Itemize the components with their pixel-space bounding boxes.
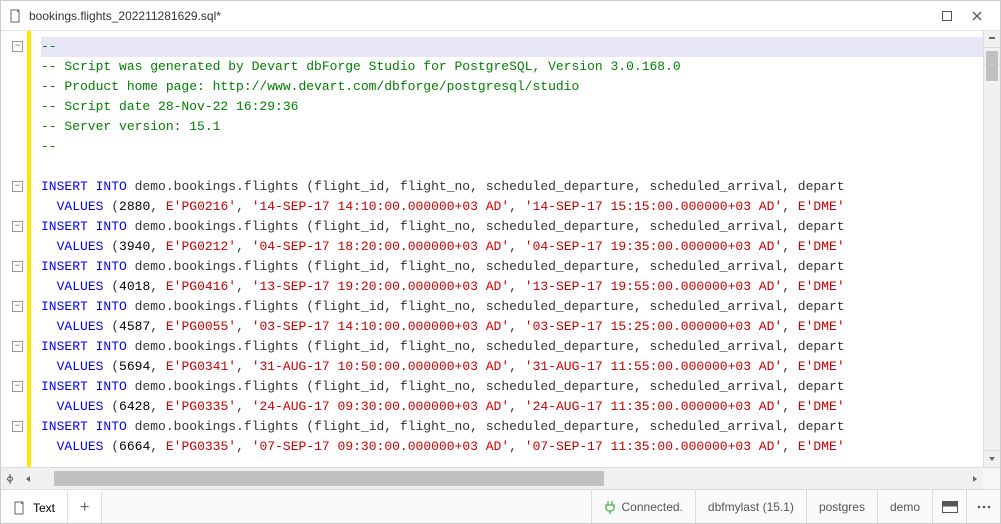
maximize-button[interactable]	[932, 5, 962, 27]
scroll-corner	[983, 468, 1000, 489]
fold-toggle[interactable]	[12, 381, 23, 392]
fold-toggle[interactable]	[12, 341, 23, 352]
code-line[interactable]: INSERT INTO demo.bookings.flights (fligh…	[41, 297, 983, 317]
editor-area: ---- Script was generated by Devart dbFo…	[1, 31, 1000, 467]
horizontal-scrollbar[interactable]	[1, 467, 1000, 489]
connection-status[interactable]: Connected.	[591, 490, 695, 523]
vertical-scrollbar[interactable]	[983, 31, 1000, 467]
code-line[interactable]: INSERT INTO demo.bookings.flights (fligh…	[41, 217, 983, 237]
database-slot[interactable]: demo	[877, 490, 932, 523]
code-line[interactable]	[41, 157, 983, 177]
layout-toggle-button[interactable]	[932, 490, 966, 523]
code-line[interactable]: VALUES (2880, E'PG0216', '14-SEP-17 14:1…	[41, 197, 983, 217]
code-line[interactable]: -- Script was generated by Devart dbForg…	[41, 57, 983, 77]
text-tab-icon	[13, 501, 27, 515]
tab-text-label: Text	[33, 501, 55, 515]
fold-toggle[interactable]	[12, 301, 23, 312]
code-line[interactable]: INSERT INTO demo.bookings.flights (fligh…	[41, 177, 983, 197]
file-icon	[9, 9, 23, 23]
server-slot[interactable]: dbfmylast (15.1)	[695, 490, 806, 523]
code-line[interactable]: VALUES (4587, E'PG0055', '03-SEP-17 14:1…	[41, 317, 983, 337]
user-slot[interactable]: postgres	[806, 490, 877, 523]
plug-icon	[604, 500, 616, 514]
window-title: bookings.flights_202211281629.sql*	[29, 9, 932, 23]
connection-status-label: Connected.	[622, 500, 683, 514]
code-line[interactable]: VALUES (6428, E'PG0335', '24-AUG-17 09:3…	[41, 397, 983, 417]
code-line[interactable]: --	[41, 37, 983, 57]
split-handle[interactable]	[1, 468, 19, 489]
dots-icon	[977, 505, 991, 509]
title-bar: bookings.flights_202211281629.sql*	[1, 1, 1000, 31]
code-line[interactable]: -- Product home page: http://www.devart.…	[41, 77, 983, 97]
fold-toggle[interactable]	[12, 421, 23, 432]
database-label: demo	[890, 500, 920, 514]
close-button[interactable]	[962, 5, 992, 27]
fold-toggle[interactable]	[12, 261, 23, 272]
user-label: postgres	[819, 500, 865, 514]
gutter	[1, 31, 31, 467]
code-line[interactable]: VALUES (5694, E'PG0341', '31-AUG-17 10:5…	[41, 357, 983, 377]
code-line[interactable]: INSERT INTO demo.bookings.flights (fligh…	[41, 377, 983, 397]
scroll-right-arrow[interactable]	[966, 468, 983, 489]
layout-icon	[942, 501, 958, 513]
code-line[interactable]: INSERT INTO demo.bookings.flights (fligh…	[41, 337, 983, 357]
scroll-down-arrow[interactable]	[984, 450, 1000, 467]
horizontal-scroll-thumb[interactable]	[54, 471, 604, 486]
tab-add-label: +	[80, 499, 89, 517]
code-line[interactable]: --	[41, 137, 983, 157]
code-line[interactable]: INSERT INTO demo.bookings.flights (fligh…	[41, 257, 983, 277]
fold-toggle[interactable]	[12, 181, 23, 192]
tab-add-button[interactable]: +	[68, 490, 102, 523]
code-line[interactable]: VALUES (4018, E'PG0416', '13-SEP-17 19:2…	[41, 277, 983, 297]
code-line[interactable]: INSERT INTO demo.bookings.flights (fligh…	[41, 417, 983, 437]
code-line[interactable]: -- Script date 28-Nov-22 16:29:36	[41, 97, 983, 117]
code-viewport[interactable]: ---- Script was generated by Devart dbFo…	[31, 31, 983, 467]
more-options-button[interactable]	[966, 490, 1000, 523]
code-line[interactable]: VALUES (6664, E'PG0335', '07-SEP-17 09:3…	[41, 437, 983, 457]
code-line[interactable]: -- Server version: 15.1	[41, 117, 983, 137]
vertical-scroll-thumb[interactable]	[986, 51, 998, 81]
horizontal-scroll-track[interactable]	[36, 468, 966, 489]
fold-toggle[interactable]	[12, 221, 23, 232]
fold-toggle[interactable]	[12, 41, 23, 52]
tab-text[interactable]: Text	[1, 490, 68, 523]
status-bar: Text + Connected. dbfmylast (15.1) postg…	[1, 489, 1000, 523]
code-line[interactable]: VALUES (3940, E'PG0212', '04-SEP-17 18:2…	[41, 237, 983, 257]
scroll-up-button[interactable]	[984, 31, 1000, 48]
server-label: dbfmylast (15.1)	[708, 500, 794, 514]
scroll-left-arrow[interactable]	[19, 468, 36, 489]
